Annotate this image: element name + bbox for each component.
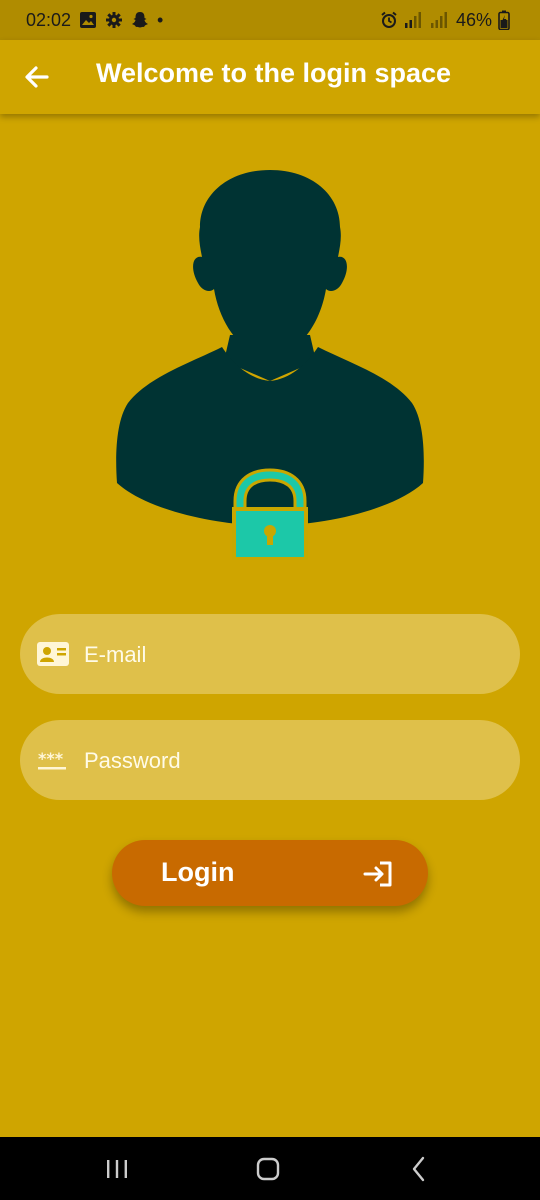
email-input[interactable] <box>82 614 506 696</box>
recents-button[interactable] <box>102 1155 132 1183</box>
login-button-label: Login <box>161 857 235 887</box>
user-lock-icon <box>116 170 424 560</box>
status-time: 02:02 <box>26 9 72 30</box>
image-icon <box>79 11 97 29</box>
battery-percent: 46% <box>455 9 492 30</box>
user-lock-illustration <box>110 165 430 565</box>
alarm-icon <box>380 11 398 29</box>
status-bar: 02:02 • 46% <box>0 0 540 40</box>
signal-icon <box>430 11 450 29</box>
password-field[interactable]: *** <box>20 720 520 802</box>
password-input[interactable] <box>82 720 506 802</box>
status-right: 46% <box>380 0 510 40</box>
id-card-icon <box>37 642 69 666</box>
back-icon <box>412 1156 425 1182</box>
signal-icon <box>404 11 424 29</box>
password-icon: *** <box>38 749 66 770</box>
page-title: Welcome to the login space <box>96 58 452 88</box>
sign-in-icon <box>363 861 392 887</box>
home-icon <box>256 1157 280 1181</box>
status-left: 02:02 • <box>26 0 163 40</box>
svg-text:***: *** <box>38 749 64 768</box>
arrow-left-icon <box>25 66 49 88</box>
app-bar: Welcome to the login space <box>0 40 540 114</box>
home-button[interactable] <box>253 1155 283 1183</box>
status-dot: • <box>157 9 164 30</box>
login-button[interactable]: Login <box>112 840 428 906</box>
snapchat-icon <box>131 11 149 29</box>
recents-icon <box>107 1160 127 1178</box>
email-field[interactable] <box>20 614 520 696</box>
navigation-bar <box>0 1137 540 1200</box>
nav-back-button[interactable] <box>404 1155 434 1183</box>
gear-icon <box>105 11 123 29</box>
battery-icon <box>498 10 510 30</box>
back-button[interactable] <box>20 60 54 94</box>
